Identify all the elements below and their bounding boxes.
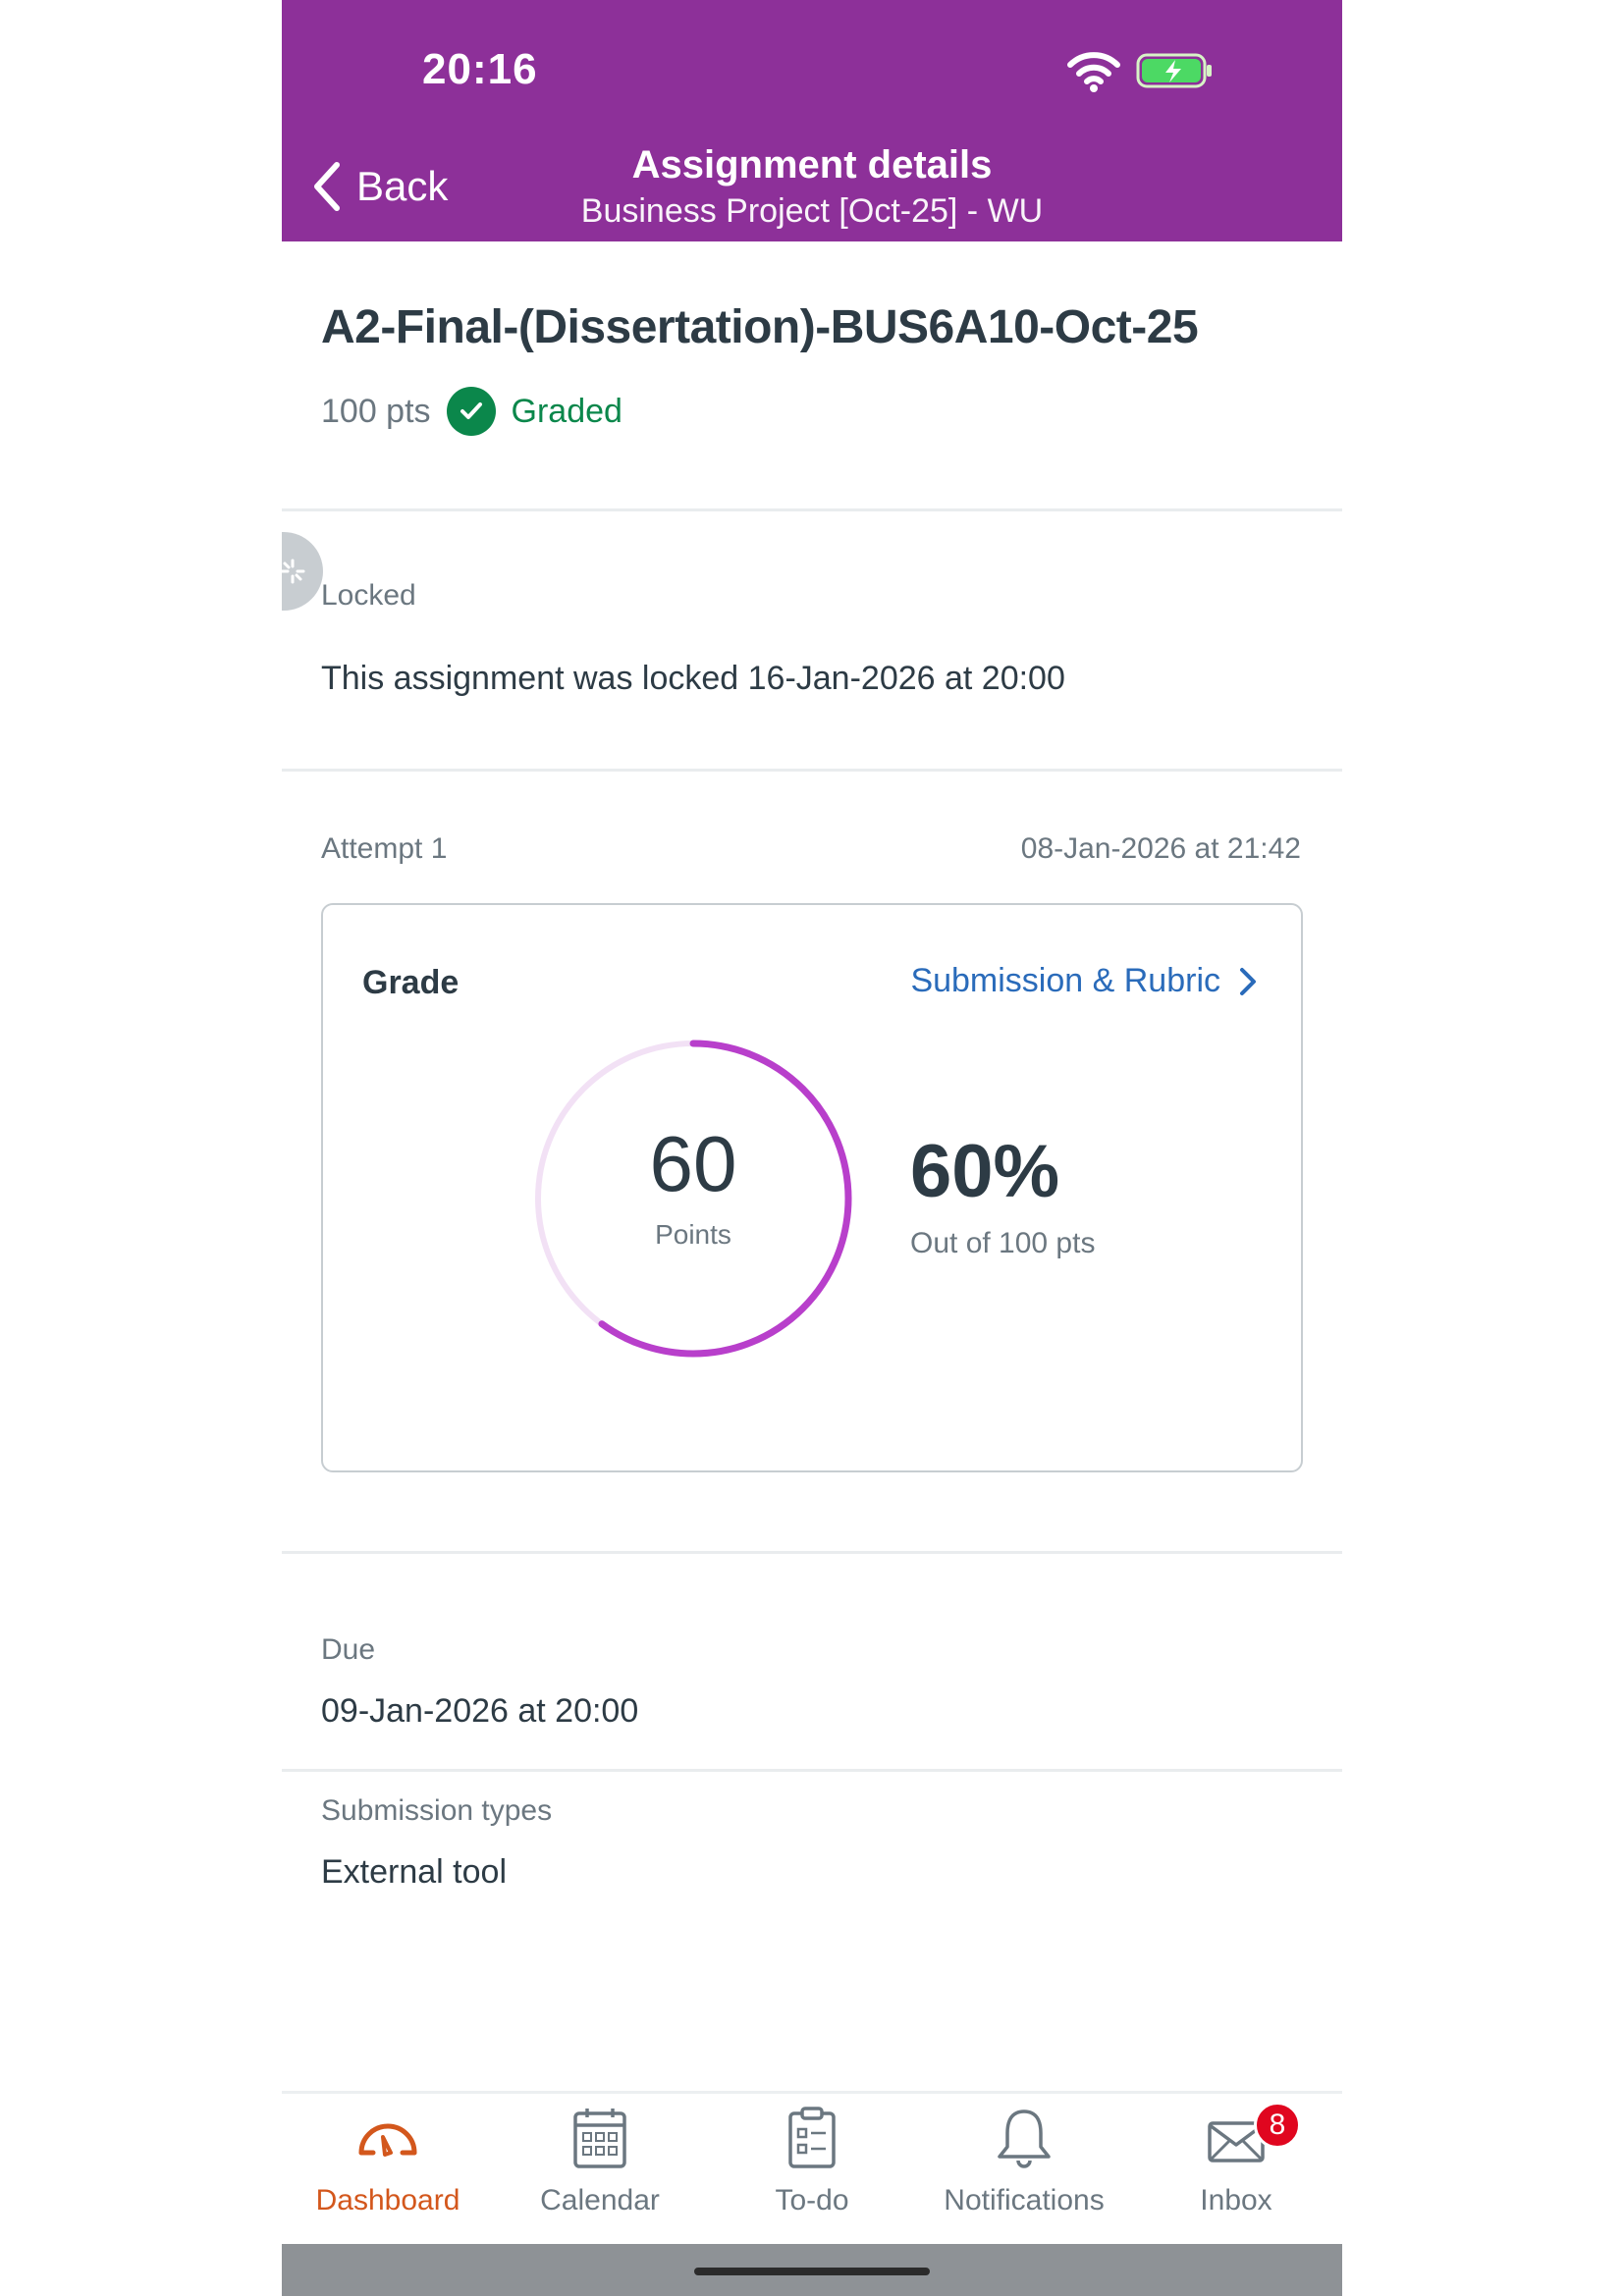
todo-icon bbox=[788, 2107, 836, 2168]
submission-types-value: External tool bbox=[321, 1853, 507, 1891]
wifi-icon bbox=[1067, 52, 1120, 92]
score-percent: 60% bbox=[910, 1130, 1060, 1213]
check-circle-icon bbox=[446, 387, 496, 436]
tab-notifications[interactable]: Notifications bbox=[918, 2094, 1130, 2244]
assignment-meta: 100 pts Graded bbox=[321, 387, 622, 436]
due-value: 09-Jan-2026 at 20:00 bbox=[321, 1692, 639, 1730]
sparkle-icon bbox=[282, 559, 305, 584]
battery-icon bbox=[1136, 53, 1212, 88]
bell-icon bbox=[998, 2109, 1051, 2168]
attempt-label: Attempt 1 bbox=[321, 832, 448, 865]
dashboard-icon bbox=[358, 2123, 417, 2157]
tab-label: Calendar bbox=[540, 2184, 660, 2216]
bottom-tab-bar: Dashboard Calendar To-do Notifications I… bbox=[282, 2091, 1342, 2244]
divider bbox=[282, 508, 1342, 511]
page-title: Assignment details bbox=[631, 143, 993, 187]
calendar-icon bbox=[573, 2109, 626, 2168]
attempt-date: 08-Jan-2026 at 21:42 bbox=[1020, 832, 1301, 865]
submission-rubric-label: Submission & Rubric bbox=[910, 962, 1220, 999]
submission-types-label: Submission types bbox=[321, 1794, 553, 1827]
tab-label: Inbox bbox=[1200, 2184, 1272, 2216]
tab-label: Notifications bbox=[944, 2184, 1105, 2216]
divider bbox=[282, 1551, 1342, 1554]
locked-text: This assignment was locked 16-Jan-2026 a… bbox=[321, 660, 1065, 697]
tab-label: Dashboard bbox=[315, 2184, 460, 2216]
assignment-title: A2-Final-(Dissertation)-BUS6A10-Oct-25 bbox=[321, 301, 1199, 353]
score-points-label: Points bbox=[655, 1219, 731, 1250]
score-out-of: Out of 100 pts bbox=[910, 1227, 1096, 1259]
divider bbox=[282, 1769, 1342, 1772]
grade-card: Grade Submission & Rubric 60 Points 60% … bbox=[321, 903, 1303, 1472]
app-header: 20:16 Back Assignment details Business P… bbox=[282, 0, 1342, 241]
tab-dashboard[interactable]: Dashboard bbox=[282, 2094, 494, 2244]
grade-label: Grade bbox=[362, 964, 460, 1001]
score-points: 60 bbox=[649, 1120, 737, 1207]
home-indicator[interactable] bbox=[694, 2268, 930, 2275]
chevron-right-icon bbox=[1240, 967, 1256, 995]
submission-rubric-link[interactable]: Submission & Rubric bbox=[910, 962, 1258, 1000]
home-indicator-area bbox=[282, 2244, 1342, 2296]
inbox-unread-badge: 8 bbox=[1254, 2102, 1301, 2149]
locked-label: Locked bbox=[321, 579, 416, 612]
points-possible: 100 pts bbox=[321, 392, 431, 430]
status-time: 20:16 bbox=[422, 45, 538, 93]
tab-todo[interactable]: To-do bbox=[706, 2094, 918, 2244]
due-label: Due bbox=[321, 1633, 376, 1666]
tab-calendar[interactable]: Calendar bbox=[494, 2094, 706, 2244]
divider bbox=[282, 769, 1342, 772]
phone-screen: 20:16 Back Assignment details Business P… bbox=[282, 0, 1342, 2296]
graded-status: Graded bbox=[511, 392, 622, 430]
tab-inbox[interactable]: Inbox 8 bbox=[1130, 2094, 1342, 2244]
course-subtitle: Business Project [Oct-25] - WU bbox=[580, 192, 1044, 230]
side-handle[interactable] bbox=[282, 532, 323, 611]
tab-label: To-do bbox=[775, 2184, 849, 2216]
